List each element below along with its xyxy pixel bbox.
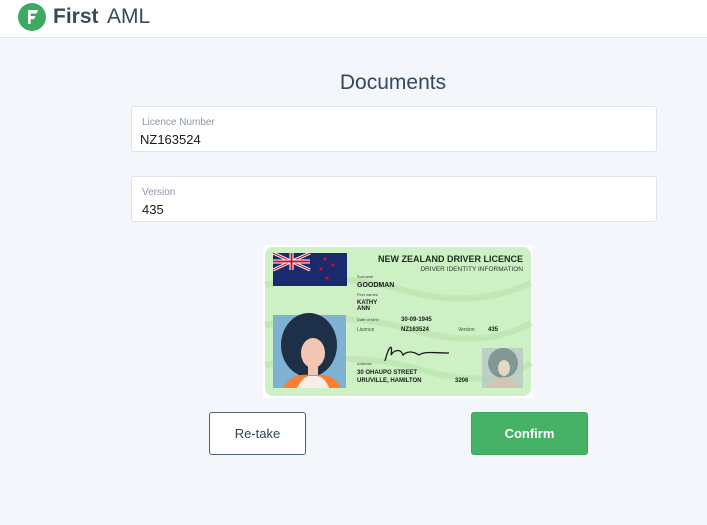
card-dob: 30-09-1945 xyxy=(401,317,432,323)
licence-number-field[interactable]: Licence Number NZ163524 xyxy=(131,106,657,152)
brand-name-first[interactable]: First xyxy=(53,5,99,29)
svg-text:First names: First names xyxy=(357,292,378,297)
card-subtitle: DRIVER IDENTITY INFORMATION xyxy=(420,266,523,273)
licence-number-value[interactable]: NZ163524 xyxy=(140,132,201,147)
card-licence: NZ163524 xyxy=(401,327,430,333)
svg-text:Licence: Licence xyxy=(357,327,374,333)
svg-text:Surname: Surname xyxy=(357,274,374,279)
top-bar: First AML xyxy=(0,0,707,38)
version-label: Version xyxy=(142,187,176,198)
svg-text:Date of birth: Date of birth xyxy=(357,317,379,322)
card-title: NEW ZEALAND DRIVER LICENCE xyxy=(378,254,523,264)
nz-flag-icon xyxy=(272,251,347,286)
confirm-button[interactable]: Confirm xyxy=(471,412,588,455)
version-field[interactable]: Version 435 xyxy=(131,176,657,222)
retake-button[interactable]: Re-take xyxy=(209,412,306,455)
card-surname: GOODMAN xyxy=(357,282,394,289)
page-title: Documents xyxy=(339,71,447,94)
driver-licence-image: NEW ZEALAND DRIVER LICENCE DRIVER IDENTI… xyxy=(263,245,533,398)
card-address-1: 30 OHAUPO STREET xyxy=(357,370,417,376)
card-postcode: 3206 xyxy=(455,378,469,384)
card-address-2: URUVILLE, HAMILTON xyxy=(357,378,421,384)
ghost-photo-icon xyxy=(482,348,523,388)
card-first-names-2: ANN xyxy=(357,306,370,312)
svg-text:Address: Address xyxy=(357,361,372,366)
version-value[interactable]: 435 xyxy=(142,202,164,217)
first-aml-logo-icon[interactable] xyxy=(18,3,46,31)
card-version: 435 xyxy=(488,327,499,333)
photo-portrait-icon xyxy=(273,313,346,388)
brand-name-aml[interactable]: AML xyxy=(107,5,150,29)
licence-number-label: Licence Number xyxy=(142,117,215,128)
svg-text:Version: Version xyxy=(458,327,475,333)
